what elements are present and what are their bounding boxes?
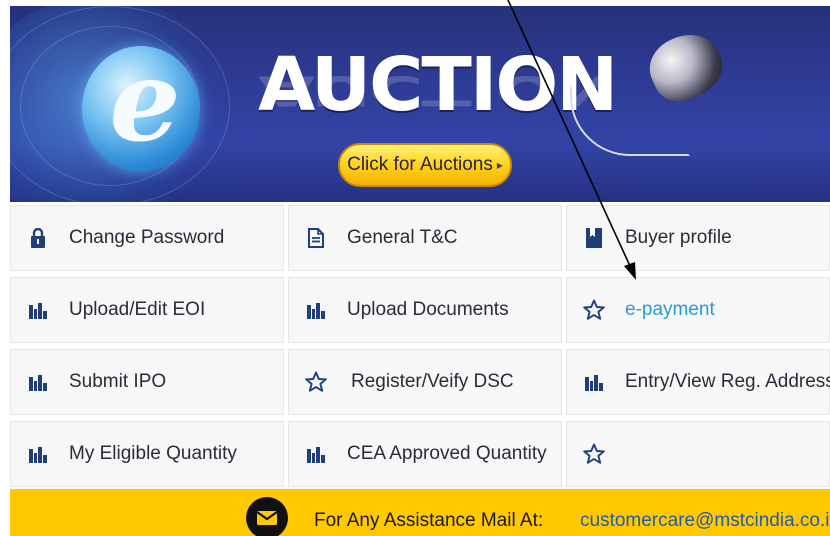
menu-item-label: Upload/Edit EOI <box>69 299 206 320</box>
menu-item-label: Change Password <box>69 227 225 248</box>
auction-title-reflection: AUCTION <box>258 66 617 114</box>
menu-item-cea-approved-quantity[interactable]: CEA Approved Quantity <box>288 421 562 487</box>
menu-item-label: Entry/View Reg. Address <box>625 371 830 392</box>
menu-item-register-verify-dsc[interactable]: Register/Veify DSC <box>288 349 562 415</box>
click-for-auctions-label: Click for Auctions <box>347 154 493 175</box>
assistance-footer: For Any Assistance Mail At: customercare… <box>10 489 830 536</box>
click-for-auctions-button[interactable]: Click for Auctions ▸ <box>338 143 512 187</box>
menu-item-label: e-payment <box>625 299 715 320</box>
bar-chart-icon <box>583 371 605 393</box>
e-logo-letter: e <box>109 36 181 167</box>
menu-item-label: Register/Veify DSC <box>351 371 514 392</box>
bar-chart-icon <box>305 299 327 321</box>
menu-item-buyer-profile[interactable]: Buyer profile <box>566 205 830 271</box>
menu-item-empty[interactable] <box>566 421 830 487</box>
star-outline-icon <box>583 299 605 321</box>
play-arrow-icon: ▸ <box>496 158 503 172</box>
menu-item-label: Upload Documents <box>347 299 509 320</box>
menu-item-upload-edit-eoi[interactable]: Upload/Edit EOI <box>10 277 284 343</box>
menu-item-label: My Eligible Quantity <box>69 443 237 464</box>
menu-item-entry-view-reg-address[interactable]: Entry/View Reg. Address <box>566 349 830 415</box>
menu-item-my-eligible-quantity[interactable]: My Eligible Quantity <box>10 421 284 487</box>
menu-item-label: CEA Approved Quantity <box>347 443 547 464</box>
support-email-link[interactable]: customercare@mstcindia.co.in <box>580 510 830 532</box>
menu-item-upload-documents[interactable]: Upload Documents <box>288 277 562 343</box>
menu-item-label: General T&C <box>347 227 458 248</box>
bookmark-icon <box>583 227 605 249</box>
menu-item-general-tc[interactable]: General T&C <box>288 205 562 271</box>
bar-chart-icon <box>305 443 327 465</box>
menu-item-label: Buyer profile <box>625 227 732 248</box>
star-outline-icon <box>305 371 327 393</box>
menu-item-label: Submit IPO <box>69 371 167 392</box>
auction-banner: e AUCTION AUCTION Click for Auctions ▸ <box>10 6 830 202</box>
bar-chart-icon <box>27 371 49 393</box>
bar-chart-icon <box>27 299 49 321</box>
menu-item-submit-ipo[interactable]: Submit IPO <box>10 349 284 415</box>
menu-item-e-payment[interactable]: e-payment <box>566 277 830 343</box>
e-logo: e <box>82 42 200 172</box>
assistance-text: For Any Assistance Mail At: <box>314 510 544 531</box>
mail-icon <box>246 497 288 536</box>
menu-item-change-password[interactable]: Change Password <box>10 205 284 271</box>
document-icon <box>305 227 327 249</box>
bar-chart-icon <box>27 443 49 465</box>
star-outline-icon <box>583 443 605 465</box>
lock-icon <box>27 227 49 249</box>
